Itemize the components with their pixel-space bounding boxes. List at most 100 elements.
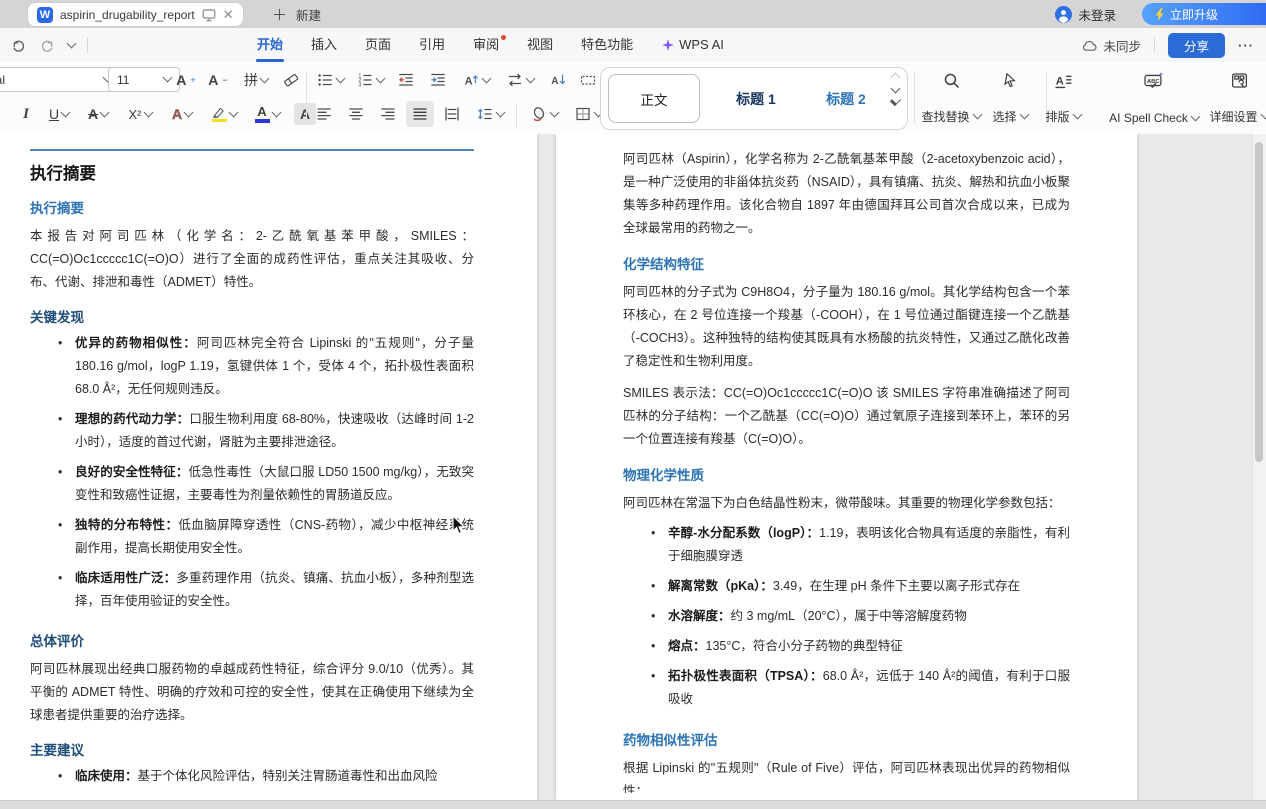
bullet-item: 辛醇-水分配系数（logP）：1.19，表明该化合物具有适度的亲脂性，有利于细胞… xyxy=(668,522,1070,568)
doc-heading-2: 药物相似性评估 xyxy=(623,730,1070,751)
bullet-item: 良好的安全性特征：低急性毒性（大鼠口服 LD50 1500 mg/kg），无致突… xyxy=(75,461,474,507)
line-spacing-button[interactable] xyxy=(470,101,510,127)
bullet-item: 理想的药代动力学：口服生物利用度 68-80%，快速吸收（达峰时间 1-2 小时… xyxy=(75,408,474,454)
new-document-button[interactable]: ＋ 新建 xyxy=(272,0,321,28)
wps-writer-logo-icon: W xyxy=(37,7,53,23)
doc-paragraph: 根据 Lipinski 的"五规则"（Rule of Five）评估，阿司匹林表… xyxy=(623,757,1070,793)
doc-heading-3: 总体评价 xyxy=(30,631,474,652)
menu-bar: 开始 插入 页面 引用 审阅 视图 特色功能 WPS AI 未同步 分享 ··· xyxy=(0,28,1266,63)
doc-heading-2: 物理化学性质 xyxy=(623,465,1070,486)
spellcheck-label: AI Spell Check xyxy=(1109,111,1188,125)
title-bar: W aspirin_drugability_report ✕ ＋ 新建 未登录 … xyxy=(0,0,1266,28)
new-document-label: 新建 xyxy=(296,5,321,24)
upgrade-label: 立即升级 xyxy=(1170,6,1218,23)
doc-heading-3: 主要建议 xyxy=(30,740,474,761)
clear-format-eraser-icon[interactable] xyxy=(278,67,304,93)
doc-heading-2: 执行摘要 xyxy=(30,198,474,219)
text-effects-button[interactable]: A xyxy=(164,101,200,127)
doc-paragraph: 阿司匹林的分子式为 C9H8O4，分子量为 180.16 g/mol。其化学结构… xyxy=(623,281,1070,373)
style-gallery-up-icon[interactable] xyxy=(890,73,900,83)
align-center-button[interactable] xyxy=(342,101,370,127)
superscript-button[interactable]: X² xyxy=(120,101,160,127)
sync-status[interactable]: 未同步 xyxy=(1081,36,1141,55)
underline-button[interactable]: U xyxy=(42,101,76,127)
style-gallery-expand-icon[interactable] xyxy=(889,95,900,106)
page-right[interactable]: 阿司匹林（Aspirin），化学名称为 2-乙酰氧基苯甲酸（2-acetoxyb… xyxy=(556,134,1137,800)
font-family-select[interactable]: Arial xyxy=(0,67,120,92)
doc-paragraph: SMILES 表示法：CC(=O)Oc1ccccc1C(=O)O 该 SMILE… xyxy=(623,382,1070,451)
close-tab-icon[interactable]: ✕ xyxy=(223,8,234,21)
more-menu-icon[interactable]: ··· xyxy=(1238,38,1254,53)
ai-spell-check-tool[interactable]: ABC AI Spell Check xyxy=(1098,68,1210,128)
phonetic-guide-button[interactable]: 拼 xyxy=(238,67,274,93)
style-heading-1[interactable]: 标题 1 xyxy=(711,68,801,129)
strikethrough-button[interactable]: A xyxy=(80,101,116,127)
settings-label: 详细设置 xyxy=(1209,108,1257,125)
tab-insert[interactable]: 插入 xyxy=(297,28,351,62)
sort-button[interactable]: A xyxy=(544,67,572,93)
upgrade-button[interactable]: 立即升级 xyxy=(1142,3,1266,25)
divider xyxy=(306,72,307,124)
grow-font-button[interactable]: A+ xyxy=(172,67,200,93)
italic-button[interactable]: I xyxy=(14,101,38,127)
style-heading-2[interactable]: 标题 2 xyxy=(806,68,886,129)
lightning-icon xyxy=(1154,8,1165,21)
tab-view[interactable]: 视图 xyxy=(513,28,567,62)
font-scale-button[interactable]: A xyxy=(456,67,496,93)
formatting-toolbar: Arial 11 A+ A− 拼 I U A X² A A A xyxy=(0,62,1266,135)
tab-home[interactable]: 开始 xyxy=(243,28,297,62)
highlight-color-button[interactable] xyxy=(204,101,244,127)
justify-button[interactable] xyxy=(406,101,434,127)
tab-review[interactable]: 审阅 xyxy=(459,28,513,62)
document-tab[interactable]: W aspirin_drugability_report ✕ xyxy=(28,3,243,26)
font-size-select[interactable]: 11 xyxy=(108,67,180,92)
login-button[interactable]: 未登录 xyxy=(1055,0,1116,28)
shading-ink-button[interactable] xyxy=(524,101,564,127)
page-left[interactable]: 执行摘要执行摘要本报告对阿司匹林（化学名：2-乙酰氧基苯甲酸，SMILES：CC… xyxy=(0,134,537,800)
layout-tool[interactable]: A 排版 xyxy=(1030,68,1096,128)
tab-reference[interactable]: 引用 xyxy=(405,28,459,62)
find-replace-label: 查找替换 xyxy=(921,108,969,125)
numbered-list-button[interactable]: 1 2 3 xyxy=(352,67,388,93)
login-label: 未登录 xyxy=(1078,5,1116,24)
tab-page[interactable]: 页面 xyxy=(351,28,405,62)
text-wrap-direction-button[interactable] xyxy=(500,67,540,93)
redo-icon[interactable] xyxy=(39,37,56,54)
vertical-scrollbar[interactable] xyxy=(1252,134,1266,800)
scrollbar-thumb[interactable] xyxy=(1255,142,1263,462)
spell-check-abc-icon: ABC xyxy=(1143,71,1165,90)
tab-wps-ai[interactable]: WPS AI xyxy=(647,28,738,62)
ribbon-tabs: 开始 插入 页面 引用 审阅 视图 特色功能 WPS AI xyxy=(243,28,738,62)
align-left-button[interactable] xyxy=(310,101,338,127)
share-button[interactable]: 分享 xyxy=(1168,33,1225,58)
doc-paragraph: 阿司匹林（Aspirin），化学名称为 2-乙酰氧基苯甲酸（2-acetoxyb… xyxy=(623,148,1070,240)
document-canvas: 执行摘要执行摘要本报告对阿司匹林（化学名：2-乙酰氧基苯甲酸，SMILES：CC… xyxy=(0,134,1266,800)
ruler-settings-icon[interactable] xyxy=(574,67,602,93)
style-gallery-down-icon[interactable] xyxy=(890,84,900,94)
style-normal[interactable]: 正文 xyxy=(608,74,700,123)
bullet-list-button[interactable] xyxy=(312,67,348,93)
font-family-value: Arial xyxy=(0,73,5,87)
detail-settings-tool[interactable]: 详细设置 xyxy=(1206,68,1266,128)
bullet-item: 水溶解度：约 3 mg/mL（20°C），属于中等溶解度药物 xyxy=(668,605,1070,628)
distribute-text-button[interactable] xyxy=(438,101,466,127)
ai-spark-icon xyxy=(661,38,675,52)
shrink-font-button[interactable]: A− xyxy=(204,67,232,93)
doc-paragraph: 本报告对阿司匹林（化学名：2-乙酰氧基苯甲酸，SMILES：CC(=O)Oc1c… xyxy=(30,225,474,294)
increase-indent-button[interactable] xyxy=(424,67,452,93)
undo-history-chevron-icon[interactable] xyxy=(67,38,77,48)
bullet-list: 临床使用：基于个体化风险评估，特别关注胃肠道毒性和出血风险特殊人群：儿童、孕妇、… xyxy=(30,765,474,793)
tab-special-features[interactable]: 特色功能 xyxy=(567,28,647,62)
cloud-icon xyxy=(1081,38,1098,52)
doc-heading-3: 关键发现 xyxy=(30,307,474,328)
font-color-button[interactable]: A xyxy=(248,101,286,127)
undo-icon[interactable] xyxy=(10,37,27,54)
divider xyxy=(1154,38,1155,53)
bullet-list: 优异的药物相似性：阿司匹林完全符合 Lipinski 的"五规则"，分子量 18… xyxy=(30,332,474,620)
doc-heading-1: 执行摘要 xyxy=(30,162,474,187)
divider xyxy=(87,38,88,53)
decrease-indent-button[interactable] xyxy=(392,67,420,93)
tab-monitor-icon[interactable] xyxy=(202,8,216,22)
align-right-button[interactable] xyxy=(374,101,402,127)
svg-text:A: A xyxy=(465,75,473,87)
